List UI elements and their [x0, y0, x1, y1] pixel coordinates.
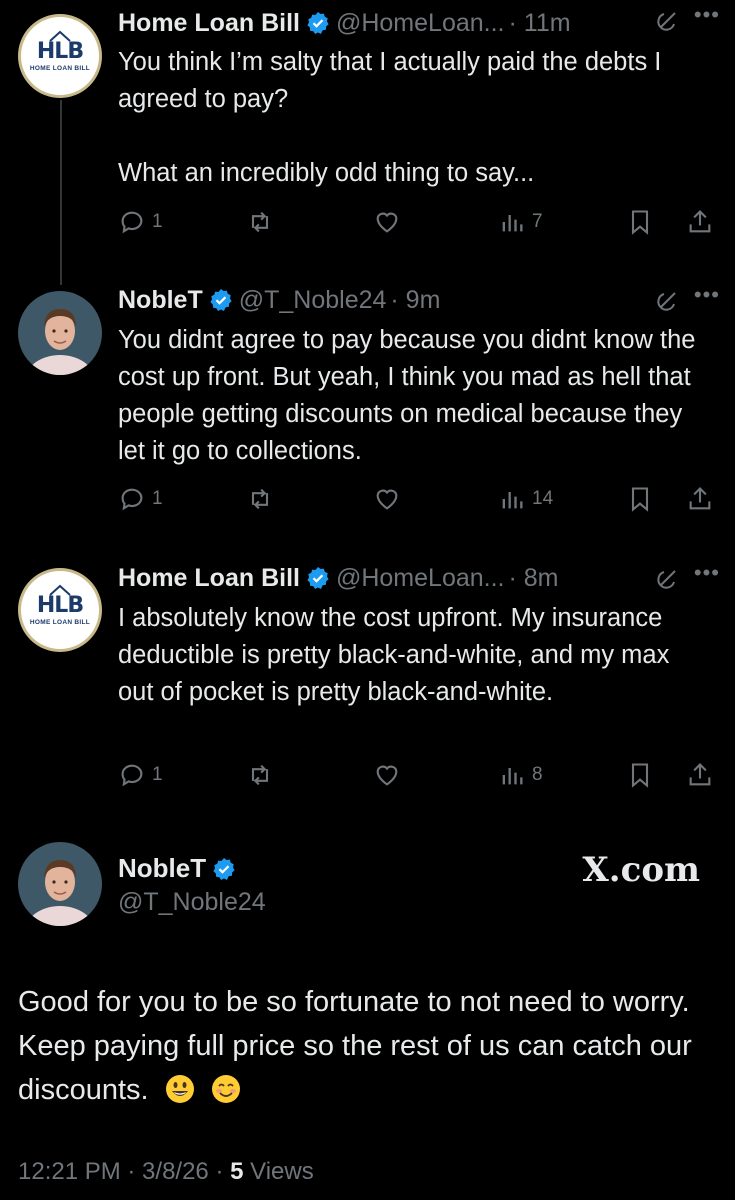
avatar[interactable]: HLB HOME LOAN BILL [18, 14, 102, 98]
timestamp[interactable]: · 11m [509, 9, 571, 38]
author-handle[interactable]: @T_Noble24 [118, 888, 266, 917]
grok-icon[interactable] [656, 566, 680, 590]
like-button[interactable] [373, 761, 401, 789]
smiling-emoji [211, 1075, 240, 1103]
reply-button[interactable]: 1 [118, 761, 163, 789]
profile-photo [18, 291, 102, 375]
repost-icon [251, 488, 269, 510]
grinning-emoji [165, 1075, 194, 1103]
reply-button[interactable]: 1 [118, 208, 163, 236]
views-icon [502, 492, 523, 509]
author-name[interactable]: NobleT [118, 853, 206, 884]
author-name[interactable]: NobleT [118, 286, 203, 315]
share-button[interactable] [686, 761, 714, 789]
author-handle[interactable]: @T_Noble24 [239, 286, 387, 315]
repost-button[interactable] [246, 208, 274, 236]
timestamp[interactable]: · 8m [509, 564, 559, 593]
bookmark-button[interactable] [626, 485, 654, 513]
avatar[interactable] [18, 291, 102, 375]
views-button[interactable]: 8 [498, 761, 543, 789]
more-icon[interactable]: ••• [694, 282, 720, 308]
more-icon[interactable]: ••• [694, 2, 720, 28]
like-icon [376, 765, 398, 786]
bookmark-icon [631, 210, 649, 235]
bookmark-button[interactable] [626, 208, 654, 236]
verified-badge-icon [213, 857, 235, 880]
tweet-text: Good for you to be so fortunate to not n… [18, 980, 710, 1112]
bookmark-button[interactable] [626, 761, 654, 789]
logo-mark: HLB [36, 39, 84, 64]
repost-button[interactable] [246, 761, 274, 789]
timestamp[interactable]: · 9m [390, 286, 440, 315]
author-handle[interactable]: @HomeLoan... [336, 9, 505, 38]
tweet-metadata: 12:21 PM · 3/8/26 · 5 Views [18, 1158, 314, 1186]
share-button[interactable] [686, 485, 714, 513]
logo-mark: HLB [36, 593, 84, 618]
share-button[interactable] [686, 208, 714, 236]
reply-count: 1 [152, 488, 163, 509]
action-bar: 1 14 [118, 485, 717, 521]
views-button[interactable]: 7 [498, 208, 543, 236]
more-icon[interactable]: ••• [694, 560, 720, 586]
tweet-text: You didnt agree to pay because you didnt… [118, 326, 696, 465]
share-icon [689, 763, 711, 786]
tweet-text-content: Good for you to be so fortunate to not n… [18, 986, 692, 1106]
views-icon [502, 768, 523, 785]
action-bar: 1 8 [118, 761, 717, 797]
like-button[interactable] [373, 208, 401, 236]
reply-count: 1 [152, 211, 163, 232]
author-name[interactable]: Home Loan Bill [118, 9, 300, 38]
tweet-text: You think I’m salty that I actually paid… [118, 48, 662, 187]
verified-badge-icon [210, 289, 232, 311]
author-handle[interactable]: @HomeLoan... [336, 564, 505, 593]
bookmark-icon [631, 487, 649, 512]
tweet-3[interactable]: HLB HOME LOAN BILL Home Loan Bill @HomeL… [0, 560, 735, 830]
author-name[interactable]: Home Loan Bill [118, 564, 300, 593]
view-count: 8 [532, 764, 543, 785]
reply-icon [121, 211, 143, 234]
like-icon [376, 489, 398, 510]
tweet-1[interactable]: HLB HOME LOAN BILL Home Loan Bill @HomeL… [0, 0, 735, 270]
profile-photo [18, 842, 102, 926]
share-icon [689, 210, 711, 233]
repost-icon [251, 764, 269, 786]
share-icon [689, 487, 711, 510]
grok-icon[interactable] [656, 288, 680, 312]
view-count: 14 [532, 488, 554, 509]
avatar[interactable]: HLB HOME LOAN BILL [18, 568, 102, 652]
like-icon [376, 212, 398, 233]
reply-button[interactable]: 1 [118, 485, 163, 513]
verified-badge-icon [307, 567, 329, 589]
tweet-2[interactable]: NobleT @T_Noble24 · 9m ••• You didnt agr… [0, 282, 735, 555]
reply-icon [121, 488, 143, 511]
grok-icon[interactable] [656, 8, 680, 32]
avatar[interactable] [18, 842, 102, 926]
reply-count: 1 [152, 764, 163, 785]
like-button[interactable] [373, 485, 401, 513]
x-watermark: X.com [582, 850, 700, 890]
view-count: 5 [230, 1158, 244, 1185]
action-bar: 1 7 [118, 208, 717, 244]
views-label: Views [243, 1158, 314, 1185]
view-count: 7 [532, 211, 543, 232]
views-icon [502, 215, 523, 232]
repost-icon [251, 211, 269, 233]
views-button[interactable]: 14 [498, 485, 553, 513]
bookmark-icon [631, 763, 649, 788]
logo-brand: HOME LOAN BILL [29, 65, 91, 72]
reply-icon [121, 764, 143, 787]
repost-button[interactable] [246, 485, 274, 513]
logo-brand: HOME LOAN BILL [29, 619, 91, 626]
post-timestamp[interactable]: 12:21 PM · 3/8/26 · [18, 1158, 230, 1185]
tweet-text: I absolutely know the cost upfront. My i… [118, 604, 670, 706]
verified-badge-icon [307, 12, 329, 34]
